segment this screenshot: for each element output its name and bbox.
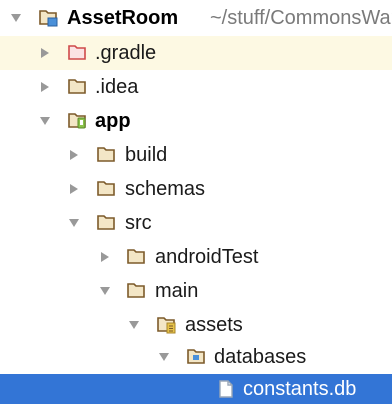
chevron-down-icon[interactable]: [158, 351, 170, 363]
tree-row-assetroom[interactable]: AssetRoom ~/stuff/CommonsWare: [0, 1, 392, 35]
folder-icon: [97, 180, 117, 198]
tree-row-assets[interactable]: assets: [0, 308, 392, 342]
project-path: ~/stuff/CommonsWare: [210, 7, 392, 29]
folder-icon: [97, 214, 117, 232]
tree-label-root: AssetRoom: [67, 7, 179, 29]
tree-label-schemas: schemas: [125, 178, 206, 200]
tree-label-build: build: [125, 144, 168, 166]
gradle-folder-icon: [68, 44, 88, 62]
project-tree: AssetRoom ~/stuff/CommonsWare .gradle .i…: [0, 0, 392, 404]
tree-label-idea: .idea: [95, 76, 139, 98]
resource-folder-icon: [157, 316, 177, 334]
tree-row-app[interactable]: app: [0, 104, 392, 138]
chevron-down-icon[interactable]: [99, 285, 111, 297]
tree-row-gradle[interactable]: .gradle: [0, 36, 392, 70]
folder-icon: [127, 282, 147, 300]
chevron-down-icon[interactable]: [10, 12, 22, 24]
chevron-right-icon[interactable]: [39, 81, 51, 93]
android-module-folder-icon: [68, 112, 88, 130]
chevron-down-icon[interactable]: [68, 217, 80, 229]
package-folder-icon: [187, 348, 207, 366]
folder-icon: [127, 248, 147, 266]
chevron-right-icon[interactable]: [68, 149, 80, 161]
tree-label-gradle: .gradle: [95, 42, 157, 64]
folder-icon: [68, 78, 88, 96]
chevron-right-icon[interactable]: [68, 183, 80, 195]
chevron-right-icon[interactable]: [39, 47, 51, 59]
tree-label-src: src: [125, 212, 152, 234]
chevron-right-icon[interactable]: [99, 251, 111, 263]
tree-row-build[interactable]: build: [0, 138, 392, 172]
chevron-down-icon[interactable]: [39, 115, 51, 127]
tree-row-constants-db[interactable]: constants.db: [0, 374, 392, 404]
project-folder-icon: [39, 9, 59, 27]
tree-row-idea[interactable]: .idea: [0, 70, 392, 104]
chevron-down-icon[interactable]: [128, 319, 140, 331]
tree-label-constants-db: constants.db: [243, 378, 357, 400]
tree-label-assets: assets: [185, 314, 243, 336]
tree-label-databases: databases: [214, 346, 307, 368]
tree-label-main: main: [155, 280, 199, 302]
tree-row-androidtest[interactable]: androidTest: [0, 240, 392, 274]
tree-row-src[interactable]: src: [0, 206, 392, 240]
file-icon: [216, 380, 236, 398]
tree-row-schemas[interactable]: schemas: [0, 172, 392, 206]
tree-row-databases[interactable]: databases: [0, 340, 392, 374]
tree-label-app: app: [95, 110, 131, 132]
tree-row-main[interactable]: main: [0, 274, 392, 308]
folder-icon: [97, 146, 117, 164]
tree-label-androidtest: androidTest: [155, 246, 259, 268]
